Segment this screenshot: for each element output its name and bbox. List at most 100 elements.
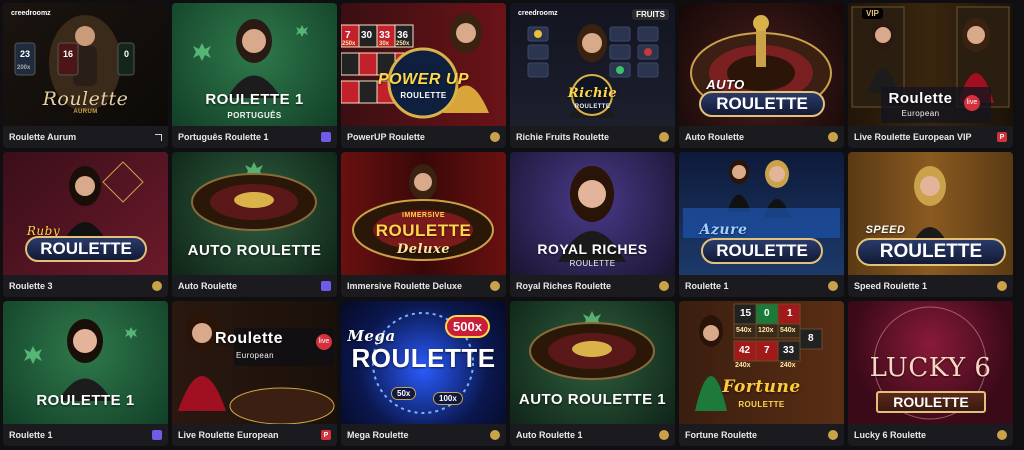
live-badge: live (316, 334, 332, 350)
game-logo-title: Roulette (42, 88, 129, 110)
game-thumbnail: creedroomz FRUITS Richie ROULETTE (510, 3, 675, 126)
game-name: Roulette 3 (9, 281, 53, 291)
game-tile[interactable]: IMMERSIVE ROULETTE Deluxe Immersive Roul… (341, 152, 506, 297)
game-logo-subtitle: European (901, 109, 940, 118)
game-logo-title: Fortune (722, 377, 801, 397)
game-caption: Immersive Roulette Deluxe (341, 275, 506, 297)
game-caption: Lucky 6 Roulette (848, 424, 1013, 446)
game-logo-subtitle: ROULETTE (400, 91, 447, 100)
game-caption: Auto Roulette (679, 126, 844, 148)
game-logo-title: Richie (567, 86, 618, 101)
game-thumbnail: ROYAL RICHES ROULETTE (510, 152, 675, 275)
number-cell: 7 (764, 345, 770, 356)
game-logo-title: Roulette (215, 330, 283, 347)
game-logo-pill: ROULETTE (25, 236, 147, 262)
game-thumbnail: ROULETTE 1 (3, 301, 168, 424)
game-caption: Speed Roulette 1 (848, 275, 1013, 297)
number-cell: 7 (345, 30, 351, 41)
multiplier: 120x (758, 327, 774, 334)
number-cell: 8 (808, 333, 814, 344)
game-thumbnail: Azure ROULETTE (679, 152, 844, 275)
evolution-icon (659, 430, 669, 440)
game-name: Roulette Aurum (9, 132, 77, 142)
game-caption: Live Roulette European VIP P (848, 126, 1013, 148)
multiplier-badge: 100x (433, 392, 463, 405)
game-tile[interactable]: VIP Roulette live European Live Roulette… (848, 3, 1013, 148)
game-thumbnail: creedroomz 23 16 0 200x Roulette AURUM (3, 3, 168, 126)
multiplier: 250x (396, 41, 410, 47)
game-name: Português Roulette 1 (178, 132, 269, 142)
evolution-icon (152, 281, 162, 291)
game-logo-subtitle: Deluxe (397, 242, 450, 257)
game-logo-title: ROYAL RICHES (537, 241, 648, 257)
game-tile[interactable]: Mega ROULETTE 500x 50x 100x Mega Roulett… (341, 301, 506, 446)
game-tile[interactable]: AUTO ROULETTE Auto Roulette (679, 3, 844, 148)
game-tile[interactable]: AUTO ROULETTE 1 Auto Roulette 1 (510, 301, 675, 446)
game-tile[interactable]: 15 0 1 540x 120x 540x 42 7 33 240x 240x … (679, 301, 844, 446)
chip-number: 23 (20, 49, 31, 59)
multiplier: 250x (342, 41, 356, 47)
game-logo-title: SPEED (865, 224, 906, 236)
game-thumbnail: AUTO ROULETTE (679, 3, 844, 126)
game-logo-title: LUCKY 6 (869, 353, 992, 383)
game-caption: Fortune Roulette (679, 424, 844, 446)
game-thumbnail: 15 0 1 540x 120x 540x 42 7 33 240x 240x … (679, 301, 844, 424)
number-cell: 30 (361, 30, 373, 41)
number-cell: 33 (783, 345, 795, 356)
game-tile[interactable]: ROULETTE 1 Roulette 1 (3, 301, 168, 446)
game-tile[interactable]: SPEED ROULETTE Speed Roulette 1 (848, 152, 1013, 297)
evolution-icon (997, 430, 1007, 440)
playtech-icon: P (997, 132, 1007, 142)
game-tile[interactable]: creedroomz 23 16 0 200x Roulette AURUM R… (3, 3, 168, 148)
game-name: Live Roulette European VIP (854, 132, 972, 142)
game-name: Fortune Roulette (685, 430, 757, 440)
number-cell: 1 (787, 308, 793, 319)
number-cell: 42 (739, 345, 751, 356)
game-logo-subtitle: ROULETTE (569, 259, 616, 268)
game-name: Royal Riches Roulette (516, 281, 612, 291)
game-logo-title: ROULETTE 1 (36, 392, 135, 409)
game-tile[interactable]: AUTO ROULETTE Auto Roulette (172, 152, 337, 297)
chip-number: 16 (63, 49, 74, 59)
chip-number: 0 (124, 49, 130, 59)
evolution-icon (828, 281, 838, 291)
game-caption: Roulette 3 (3, 275, 168, 297)
game-name: Speed Roulette 1 (854, 281, 928, 291)
game-name: Mega Roulette (347, 430, 409, 440)
game-name: Roulette 1 (685, 281, 729, 291)
category-badge: FRUITS (632, 9, 669, 20)
game-tile[interactable]: Roulette live European Live Roulette Eur… (172, 301, 337, 446)
playtech-icon: P (321, 430, 331, 440)
game-logo-kicker: IMMERSIVE (402, 212, 445, 219)
game-thumbnail: Mega ROULETTE 500x 50x 100x (341, 301, 506, 424)
evolution-icon (490, 430, 500, 440)
game-tile[interactable]: Ruby ROULETTE Roulette 3 (3, 152, 168, 297)
game-thumbnail: LUCKY 6 ROULETTE (848, 301, 1013, 424)
game-tile[interactable]: ROYAL RICHES ROULETTE Royal Riches Roule… (510, 152, 675, 297)
game-logo-subtitle: European (236, 351, 274, 360)
provider-logo: creedroomz (518, 10, 558, 17)
game-name: Auto Roulette 1 (516, 430, 583, 440)
game-thumbnail: Ruby ROULETTE (3, 152, 168, 275)
game-name: Richie Fruits Roulette (516, 132, 610, 142)
game-tile[interactable]: 7 30 33 36 250x 30x 250x POWER UP ROULET… (341, 3, 506, 148)
game-tile[interactable]: LUCKY 6 ROULETTE Lucky 6 Roulette (848, 301, 1013, 446)
game-thumbnail: 7 30 33 36 250x 30x 250x POWER UP ROULET… (341, 3, 506, 126)
pragmatic-icon (152, 430, 162, 440)
game-name: Auto Roulette (685, 132, 744, 142)
game-thumbnail: AUTO ROULETTE (172, 152, 337, 275)
game-tile[interactable]: Azure ROULETTE Roulette 1 (679, 152, 844, 297)
game-logo-pill: ROULETTE (699, 91, 825, 117)
game-logo-title: Azure (699, 222, 748, 238)
game-caption: Português Roulette 1 (172, 126, 337, 148)
game-thumbnail: SPEED ROULETTE (848, 152, 1013, 275)
game-caption: Auto Roulette (172, 275, 337, 297)
game-tile[interactable]: ROULETTE 1 PORTUGUÊS Português Roulette … (172, 3, 337, 148)
game-logo-title: AUTO ROULETTE (187, 242, 322, 259)
game-caption: PowerUP Roulette (341, 126, 506, 148)
game-thumbnail: ROULETTE 1 PORTUGUÊS (172, 3, 337, 126)
game-caption: Richie Fruits Roulette (510, 126, 675, 148)
game-tile[interactable]: creedroomz FRUITS Richie ROULETTE Richie… (510, 3, 675, 148)
game-thumbnail: Roulette live European (172, 301, 337, 424)
game-thumbnail: IMMERSIVE ROULETTE Deluxe (341, 152, 506, 275)
